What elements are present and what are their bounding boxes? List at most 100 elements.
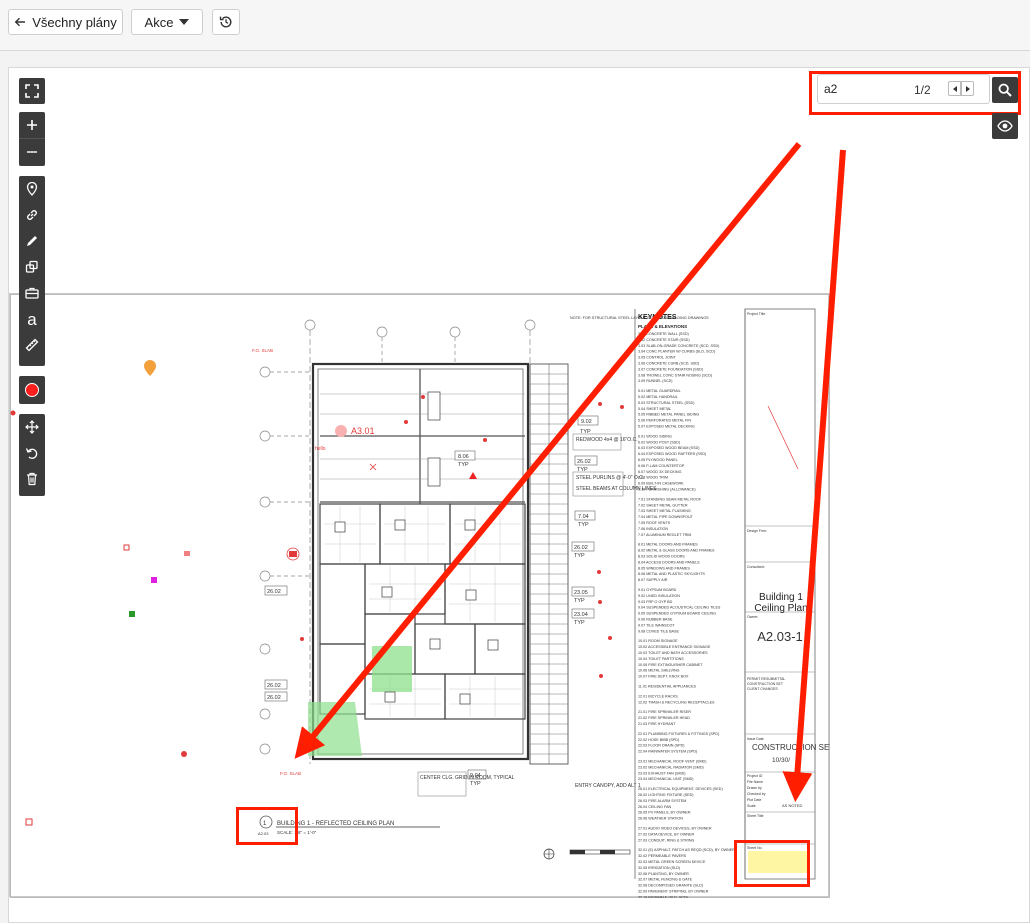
plan-search-input[interactable]	[824, 81, 904, 97]
keynote-item: 27.03 CONDUIT, RING & STRING	[638, 838, 694, 842]
keynote-item: 9.07 TILE WAINSCOT	[638, 623, 675, 627]
search-next-button[interactable]	[961, 81, 974, 96]
shapes-icon	[25, 260, 38, 273]
move-tool[interactable]	[19, 414, 45, 440]
search-prev-button[interactable]	[948, 81, 961, 96]
plan-viewer[interactable]: 9.02 TYP 8.06 TYP 26.02 TYP 7.04 TYP 26.…	[8, 67, 1030, 923]
toolbox-tool[interactable]	[19, 280, 45, 306]
keynote-item: 10.06 METAL SHELVING	[638, 669, 680, 673]
trash-icon	[27, 472, 37, 486]
keynote-item: 32.10 BIOSWALE (SLD, SCD)	[638, 895, 688, 898]
tag-typ: TYP	[458, 462, 469, 468]
keynote-item: 8.02 METAL & GLASS DOORS AND FRAMES	[638, 549, 715, 553]
tag-23-05: 23.05	[574, 590, 588, 596]
keynote-item: 3.07 CONCRETE FOUNDATION (SSD)	[638, 367, 703, 371]
keynote-item: 9.05 SUSPENDED GYPSUM BOARD CEILING	[638, 612, 716, 616]
keynote-item: 9.02 LINED INSULATION	[638, 594, 680, 598]
scale-note-value: AS NOTED	[782, 803, 803, 808]
history-icon	[219, 16, 232, 28]
keynote-item: 5.04 SHEET METAL	[638, 407, 671, 411]
tag-8-06: 8.06	[458, 454, 469, 460]
ruler-icon	[25, 338, 39, 352]
keynote-item: 9.04 SUSPENDED ACOUSTICAL CEILING TILES	[638, 606, 721, 610]
keynote-item: 22.04 RAINWATER SYSTEM (SPD)	[638, 750, 697, 754]
pin-tool[interactable]	[19, 176, 45, 202]
keynote-item: 26.06 WEATHER STATION	[638, 817, 683, 821]
sheet-number-text: A2.03-1	[757, 629, 803, 644]
markup-text[interactable]: A3.01	[351, 426, 375, 436]
actions-dropdown[interactable]: Akce	[131, 9, 203, 35]
keynote-item: 10.07 FIRE DEPT. KNOX BOX	[638, 675, 689, 679]
color-picker-button[interactable]	[19, 376, 45, 404]
construction-set-label: CONSTRUCTION SET	[752, 743, 830, 752]
visibility-toggle[interactable]	[992, 113, 1018, 139]
plan-search-box: 1/2	[817, 74, 990, 104]
field-consultant: Consultant:	[747, 565, 765, 569]
link-tool[interactable]	[19, 202, 45, 228]
keynote-item: 32.06 PLANTING, BY OWNER	[638, 872, 689, 876]
keynote-item: 6.02 WOOD POST (SSD)	[638, 440, 680, 444]
keynote-item: 10.03 TOILET AND BATH ACCESSORIES	[638, 651, 708, 655]
link-icon	[27, 210, 37, 220]
issue-date-value: 10/30/	[772, 757, 790, 764]
keynote-item: 9.03 FRP O GYP BD	[638, 600, 673, 604]
toolbox-icon	[25, 287, 39, 299]
all-plans-button[interactable]: Všechny plány	[8, 9, 123, 35]
keynote-item: 3.08 TROWEL CONC STAIR NOSING (SCD)	[638, 373, 712, 377]
keynote-item: 5.06 PERFORATED METAL FIN	[638, 419, 691, 423]
keynote-item: 32.03 METAL GREEN SCREEN DEVICE	[638, 860, 706, 864]
field-issue-date: Issue Date	[747, 737, 764, 741]
zoom-out-button[interactable]	[19, 139, 45, 165]
caret-left-icon	[952, 85, 957, 92]
drawing-sheet[interactable]: 9.02 TYP 8.06 TYP 26.02 TYP 7.04 TYP 26.…	[9, 293, 830, 898]
callout-center-grid: CENTER CLG. GRID IN ROOM, TYPICAL	[420, 775, 515, 781]
field-sheet-title: Sheet Title	[747, 814, 764, 818]
keynote-item: 21.01 FIRE SPRINKLER RISER	[638, 710, 691, 714]
shape-tool[interactable]	[19, 254, 45, 280]
fullscreen-button[interactable]	[19, 78, 45, 104]
zoom-in-button[interactable]	[19, 112, 45, 138]
keynote-item: 10.04 TOILET PARTITIONS	[638, 657, 684, 661]
field-file-name: File Name	[747, 780, 763, 784]
keynote-item: 7.01 STANDING SEAM METAL ROOF	[638, 497, 702, 501]
tag-typ: TYP	[574, 553, 585, 559]
delete-tool[interactable]	[19, 466, 45, 492]
keynote-item: 6.05 PLYWOOD PANEL	[638, 458, 678, 462]
red-color-swatch	[25, 383, 39, 397]
pen-tool[interactable]	[19, 228, 45, 254]
field-scale: Scale	[747, 804, 756, 808]
keynote-item: 26.05 PV PANELS, BY OWNER	[638, 811, 691, 815]
tag-typ: TYP	[578, 522, 589, 528]
caret-right-icon	[965, 85, 970, 92]
text-tool[interactable]: a	[19, 306, 45, 332]
search-button[interactable]	[992, 77, 1018, 103]
slab-label: F.O. SLAB	[252, 348, 273, 353]
field-project-id: Project ID	[747, 774, 763, 778]
map-pin-icon	[26, 182, 38, 196]
revision-2: CONSTRUCTION SET	[747, 682, 784, 686]
keynote-item: 22.03 FLOOR DRAIN (SPD)	[638, 744, 685, 748]
location-pin-marker[interactable]	[144, 360, 156, 376]
keynote-item: 9.08 COVED TILE BASE	[638, 629, 679, 633]
keynote-item: 7.02 SHEET METAL GUTTER	[638, 503, 688, 507]
magnifier-icon	[998, 83, 1012, 97]
keynote-item: 8.03 SOLID WOOD DOORS	[638, 555, 685, 559]
keynote-item: 23.02 MECHANICAL RADIATOR (SMD)	[638, 765, 704, 769]
history-button[interactable]	[212, 9, 240, 35]
pencil-icon	[27, 236, 37, 246]
callout-purlins: STEEL PURLINS @ 4'-0" O.C.	[576, 475, 644, 481]
keynotes-title: KEYNOTES	[638, 314, 677, 321]
slab-label: F.O. SLAB	[280, 771, 301, 776]
keynote-item: 32.01 (E) ASPHALT, PATCH AS REQD (SCD), …	[638, 848, 735, 852]
measure-tool[interactable]	[19, 332, 45, 358]
keynote-item: 8.05 WINDOWS AND FRAMES	[638, 566, 690, 570]
keynote-item: 5.05 RIBBED METAL PANEL SIDING	[638, 413, 699, 417]
keynote-item: 7.05 ROOF VENTS	[638, 521, 671, 525]
keynote-item: 32.09 PAVEMENT STRIPING, BY OWNER	[638, 890, 709, 894]
undo-tool[interactable]	[19, 440, 45, 466]
edit-tools	[19, 414, 45, 496]
rotate-icon	[25, 448, 38, 459]
keynote-item: 8.06 METAL AND PLASTIC SKYLIGHTS	[638, 572, 705, 576]
markup-tools: a	[19, 176, 45, 366]
markup-small-text[interactable]: hello	[315, 446, 326, 452]
